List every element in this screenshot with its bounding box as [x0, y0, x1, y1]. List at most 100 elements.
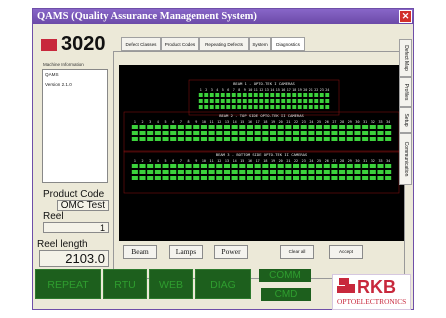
camera-status-led[interactable] — [226, 105, 231, 109]
camera-status-led[interactable] — [354, 125, 361, 129]
tab-defect-classes[interactable]: Defect Classes — [121, 37, 161, 51]
camera-status-led[interactable] — [198, 99, 203, 103]
camera-status-led[interactable] — [254, 137, 261, 141]
camera-status-led[interactable] — [377, 164, 384, 168]
camera-status-led[interactable] — [220, 105, 225, 109]
camera-status-led[interactable] — [242, 99, 247, 103]
camera-status-led[interactable] — [377, 176, 384, 180]
camera-status-led[interactable] — [208, 131, 215, 135]
camera-status-led[interactable] — [308, 105, 313, 109]
camera-status-led[interactable] — [281, 99, 286, 103]
camera-status-led[interactable] — [200, 131, 207, 135]
camera-status-led[interactable] — [262, 176, 269, 180]
camera-status-led[interactable] — [154, 170, 161, 174]
camera-status-led[interactable] — [285, 125, 292, 129]
camera-status-led[interactable] — [147, 137, 154, 141]
lamps-button[interactable]: Lamps — [169, 245, 203, 259]
camera-status-led[interactable] — [220, 99, 225, 103]
camera-status-led[interactable] — [346, 131, 353, 135]
camera-status-led[interactable] — [281, 93, 286, 97]
camera-status-led[interactable] — [354, 131, 361, 135]
camera-status-led[interactable] — [254, 125, 261, 129]
camera-status-led[interactable] — [270, 105, 275, 109]
camera-status-led[interactable] — [177, 131, 184, 135]
camera-status-led[interactable] — [323, 137, 330, 141]
camera-status-led[interactable] — [369, 176, 376, 180]
camera-status-led[interactable] — [239, 170, 246, 174]
camera-status-led[interactable] — [216, 176, 223, 180]
camera-status-led[interactable] — [200, 170, 207, 174]
camera-status-led[interactable] — [277, 137, 284, 141]
camera-status-led[interactable] — [262, 137, 269, 141]
side-tab-setup[interactable]: Setup — [399, 107, 412, 133]
web-button[interactable]: WEB — [149, 269, 193, 299]
camera-status-led[interactable] — [323, 164, 330, 168]
tab-system[interactable]: System — [249, 37, 271, 51]
side-tab-communication[interactable]: Communication — [399, 133, 412, 185]
camera-status-led[interactable] — [231, 176, 238, 180]
camera-status-led[interactable] — [277, 125, 284, 129]
camera-status-led[interactable] — [292, 105, 297, 109]
camera-status-led[interactable] — [308, 131, 315, 135]
side-tab-defect-map[interactable]: Defect Map — [399, 39, 412, 77]
camera-status-led[interactable] — [177, 176, 184, 180]
camera-status-led[interactable] — [209, 93, 214, 97]
camera-status-led[interactable] — [246, 137, 254, 141]
camera-status-led[interactable] — [147, 176, 154, 180]
camera-status-led[interactable] — [339, 137, 346, 141]
camera-status-led[interactable] — [248, 105, 253, 109]
camera-status-led[interactable] — [377, 131, 384, 135]
camera-status-led[interactable] — [193, 131, 200, 135]
camera-status-led[interactable] — [308, 93, 313, 97]
camera-status-led[interactable] — [223, 170, 230, 174]
camera-status-led[interactable] — [248, 99, 253, 103]
camera-status-led[interactable] — [237, 99, 242, 103]
camera-status-led[interactable] — [246, 170, 254, 174]
camera-status-led[interactable] — [216, 137, 223, 141]
camera-status-led[interactable] — [185, 125, 192, 129]
camera-status-led[interactable] — [231, 164, 238, 168]
camera-status-led[interactable] — [346, 137, 353, 141]
camera-status-led[interactable] — [170, 125, 177, 129]
camera-status-led[interactable] — [293, 176, 300, 180]
camera-status-led[interactable] — [385, 176, 392, 180]
camera-status-led[interactable] — [209, 99, 214, 103]
camera-status-led[interactable] — [254, 176, 261, 180]
camera-status-led[interactable] — [331, 137, 338, 141]
camera-status-led[interactable] — [331, 170, 338, 174]
camera-status-led[interactable] — [385, 164, 392, 168]
camera-status-led[interactable] — [177, 125, 184, 129]
camera-status-led[interactable] — [339, 164, 346, 168]
camera-status-led[interactable] — [154, 164, 161, 168]
camera-status-led[interactable] — [226, 93, 231, 97]
camera-status-led[interactable] — [246, 164, 254, 168]
camera-status-led[interactable] — [208, 125, 215, 129]
camera-status-led[interactable] — [297, 93, 302, 97]
camera-status-led[interactable] — [319, 105, 324, 109]
camera-status-led[interactable] — [131, 137, 138, 141]
camera-status-led[interactable] — [162, 137, 169, 141]
camera-status-led[interactable] — [297, 99, 302, 103]
camera-status-led[interactable] — [346, 125, 353, 129]
camera-status-led[interactable] — [331, 125, 338, 129]
camera-status-led[interactable] — [300, 176, 307, 180]
camera-status-led[interactable] — [339, 131, 346, 135]
camera-status-led[interactable] — [277, 131, 284, 135]
camera-status-led[interactable] — [362, 170, 369, 174]
camera-status-led[interactable] — [331, 131, 338, 135]
camera-status-led[interactable] — [264, 99, 269, 103]
camera-status-led[interactable] — [231, 131, 238, 135]
camera-status-led[interactable] — [369, 125, 376, 129]
camera-status-led[interactable] — [237, 93, 242, 97]
camera-status-led[interactable] — [162, 164, 169, 168]
camera-status-led[interactable] — [253, 105, 258, 109]
camera-status-led[interactable] — [209, 105, 214, 109]
camera-status-led[interactable] — [198, 105, 203, 109]
camera-status-led[interactable] — [223, 164, 230, 168]
camera-status-led[interactable] — [293, 137, 300, 141]
camera-status-led[interactable] — [231, 125, 238, 129]
camera-status-led[interactable] — [270, 99, 275, 103]
camera-status-led[interactable] — [193, 170, 200, 174]
camera-status-led[interactable] — [215, 93, 220, 97]
camera-status-led[interactable] — [308, 137, 315, 141]
